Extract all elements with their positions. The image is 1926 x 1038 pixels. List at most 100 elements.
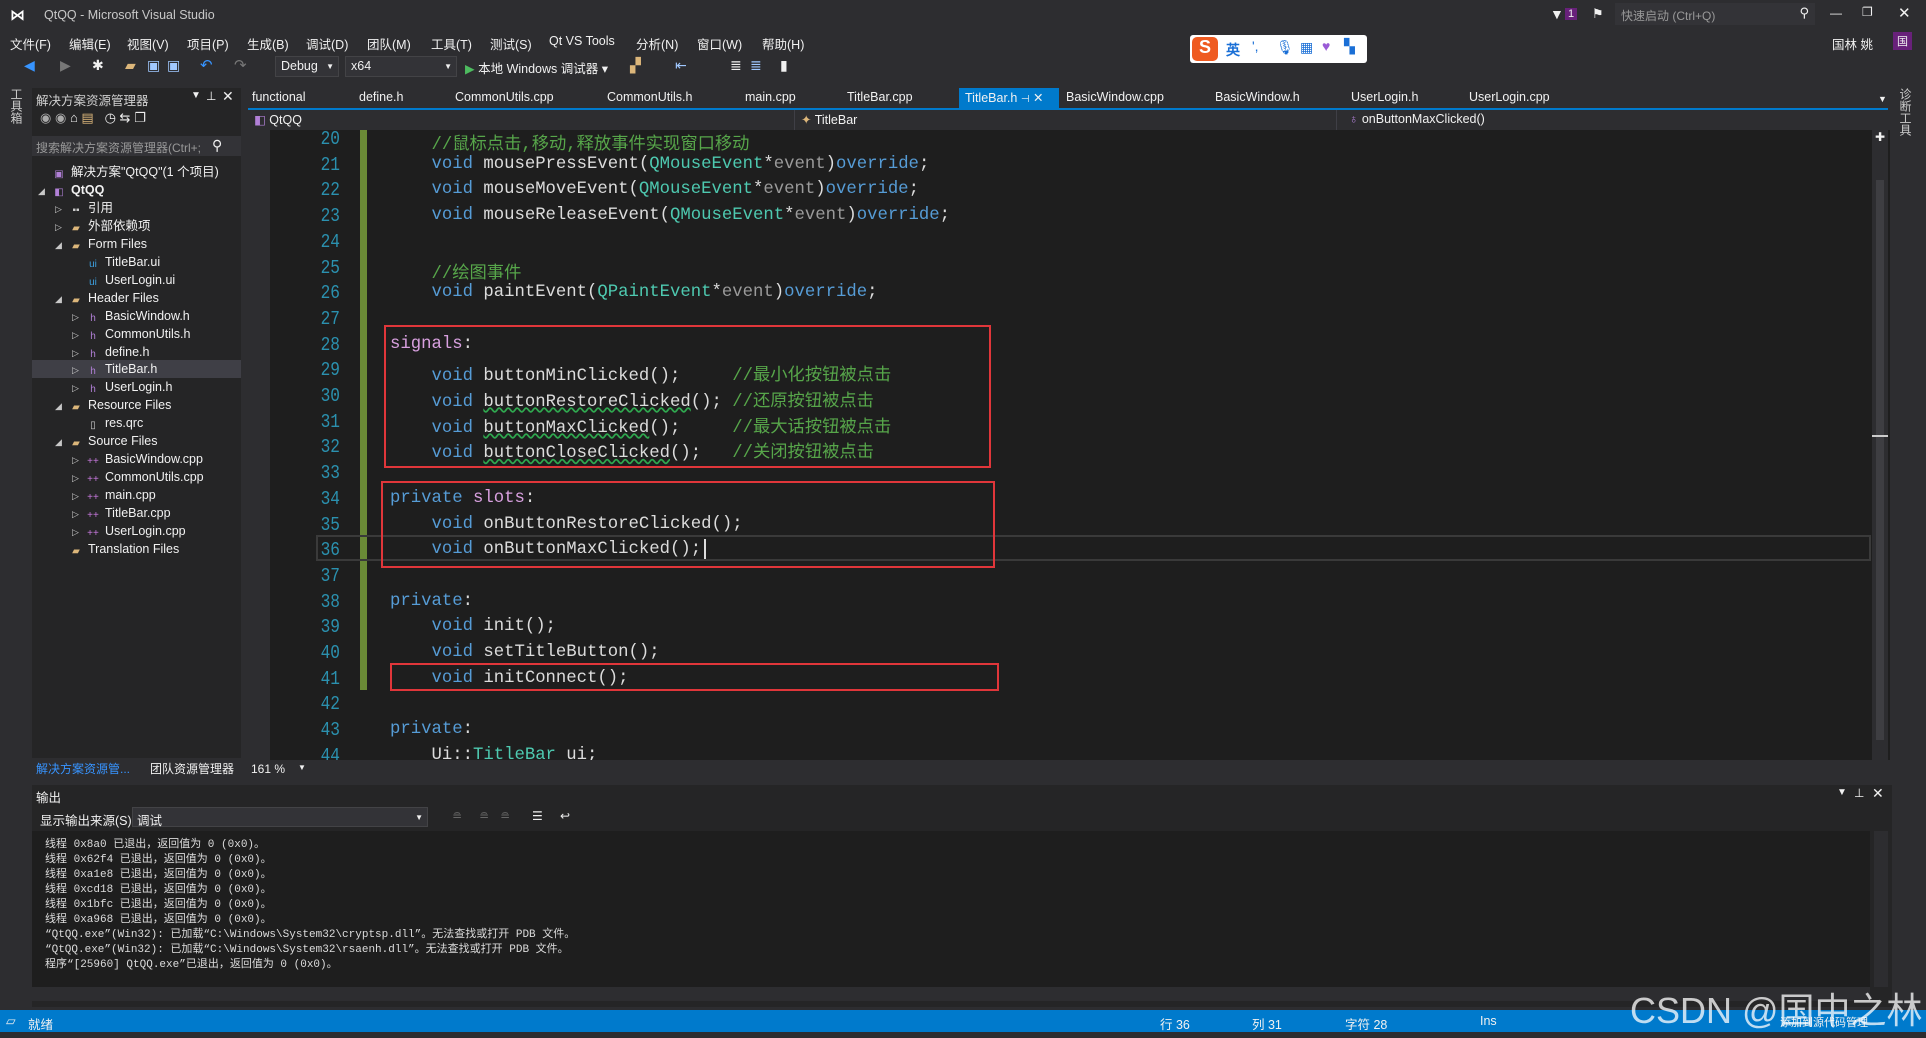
tab-titlebar-cpp[interactable]: TitleBar.cpp [841, 88, 919, 108]
tab-basicwindow-cpp[interactable]: BasicWindow.cpp [1060, 88, 1170, 108]
tree-item[interactable]: ▷ ++ UserLogin.cpp [32, 522, 241, 540]
expander-icon[interactable]: ▷ [72, 505, 86, 523]
tree-item[interactable]: ▷ h TitleBar.h [32, 360, 241, 379]
tab-commonutils-h[interactable]: CommonUtils.h [601, 88, 698, 108]
pin-icon[interactable]: ⊣ [1021, 94, 1030, 105]
forward-icon[interactable]: ◉ [55, 110, 66, 125]
tree-item[interactable]: ◢ ▰ Source Files [32, 432, 241, 450]
tab-solution-explorer[interactable]: 解决方案资源管... [36, 760, 130, 777]
output-source-dropdown[interactable]: 调试 ▼ [132, 807, 428, 828]
menu-test[interactable]: 测试(S) [490, 34, 532, 53]
tab-basicwindow-h[interactable]: BasicWindow.h [1209, 88, 1306, 108]
pending-changes-icon[interactable]: ◷ [105, 110, 116, 125]
toolbox-tab[interactable]: 工具箱 [8, 88, 25, 124]
expander-icon[interactable]: ◢ [55, 433, 69, 451]
menu-team[interactable]: 团队(M) [367, 34, 411, 53]
code-line[interactable]: void setTitleButton(); [390, 643, 659, 662]
expander-icon[interactable]: ▷ [55, 218, 69, 236]
redo-icon[interactable]: ↷ [234, 56, 247, 74]
user-name[interactable]: 国林 姚 [1832, 34, 1873, 53]
tree-item[interactable]: ▯ res.qrc [32, 414, 241, 432]
tree-item[interactable]: ▷ ▪▪ 引用 [32, 199, 241, 217]
tree-item[interactable]: ▷ ++ main.cpp [32, 486, 241, 504]
menu-project[interactable]: 项目(P) [187, 34, 229, 53]
menu-build[interactable]: 生成(B) [247, 34, 289, 53]
open-file-icon[interactable]: ▰ [125, 57, 136, 74]
member-dropdown[interactable]: ♁ onButtonMaxClicked() [1345, 110, 1885, 130]
pin-icon[interactable]: ⊥ [206, 89, 216, 103]
dropdown-icon[interactable]: ▼ [1837, 787, 1847, 798]
tree-item[interactable]: ▷ ++ CommonUtils.cpp [32, 468, 241, 486]
close-button[interactable]: ✕ [1898, 4, 1911, 22]
pin-icon[interactable]: ⊥ [1854, 786, 1864, 800]
expander-icon[interactable]: ◢ [55, 290, 69, 308]
expander-icon[interactable]: ▷ [72, 361, 86, 379]
platform-dropdown[interactable]: x64 ▼ [345, 56, 457, 77]
filter-icon[interactable]: ▼ [1550, 6, 1564, 22]
code-line[interactable]: void mouseReleaseEvent(QMouseEvent*event… [390, 206, 950, 225]
tree-item[interactable]: ◢ ▰ Resource Files [32, 396, 241, 414]
tab-main-cpp[interactable]: main.cpp [739, 88, 802, 108]
menu-analyze[interactable]: 分析(N) [636, 34, 678, 53]
find-message-icon[interactable]: ≘ [500, 809, 510, 823]
tree-item[interactable]: ▰ Translation Files [32, 540, 241, 558]
code-line[interactable]: void paintEvent(QPaintEvent*event)overri… [390, 283, 877, 302]
tab-userlogin-h[interactable]: UserLogin.h [1345, 88, 1424, 108]
zoom-level[interactable]: 161 % [251, 762, 285, 776]
back-icon[interactable]: ◉ [40, 110, 51, 125]
project-dropdown[interactable]: ◧ QtQQ [250, 110, 795, 130]
menu-tools[interactable]: 工具(T) [431, 34, 472, 53]
menu-help[interactable]: 帮助(H) [762, 34, 804, 53]
tab-functional[interactable]: functional [246, 88, 312, 108]
class-dropdown[interactable]: ✦ TitleBar [797, 110, 1337, 130]
undo-icon[interactable]: ↶ [200, 56, 213, 74]
menu-debug[interactable]: 调试(D) [306, 34, 348, 53]
restore-button[interactable]: ❐ [1862, 5, 1873, 19]
expander-icon[interactable]: ▷ [72, 308, 86, 326]
back-icon[interactable]: ◀ [24, 57, 35, 74]
tree-item[interactable]: ▷ h BasicWindow.h [32, 307, 241, 325]
expander-icon[interactable]: ▷ [72, 326, 86, 344]
tree-item[interactable]: ▷ ++ TitleBar.cpp [32, 504, 241, 522]
comment-icon[interactable]: ≣ [730, 57, 742, 74]
sync-icon[interactable]: ⇆ [120, 110, 131, 125]
scrollbar-thumb[interactable] [1876, 180, 1884, 740]
expander-icon[interactable]: ◢ [55, 236, 69, 254]
punctuation-icon[interactable]: ', [1252, 38, 1259, 54]
tab-titlebar-h[interactable]: TitleBar.h ⊣ ✕ [959, 88, 1059, 108]
code-line[interactable]: void mousePressEvent(QMouseEvent*event)o… [390, 155, 929, 174]
code-line[interactable]: private: [390, 720, 473, 739]
close-icon[interactable]: ✕ [1872, 785, 1884, 802]
output-scrollbar[interactable] [1874, 831, 1888, 987]
new-project-icon[interactable]: ✱ [92, 57, 104, 74]
solution-search-input[interactable]: 搜索解决方案资源管理器(Ctrl+; ⚲ [32, 136, 241, 156]
find-icon[interactable]: ▞ [630, 57, 641, 74]
clear-all-icon[interactable]: ☰ [532, 809, 543, 823]
close-icon[interactable]: ✕ [222, 88, 234, 105]
forward-icon[interactable]: ▶ [60, 57, 71, 74]
expander-icon[interactable]: ▷ [72, 379, 86, 397]
expander-icon[interactable]: ▷ [72, 469, 86, 487]
tab-commonutils-cpp[interactable]: CommonUtils.cpp [449, 88, 560, 108]
skin-icon[interactable]: ♥ [1322, 38, 1330, 54]
expander-icon[interactable]: ◢ [38, 182, 52, 200]
menu-window[interactable]: 窗口(W) [697, 34, 742, 53]
switch-view-icon[interactable]: ▤ [81, 110, 93, 125]
code-line[interactable]: Ui::TitleBar ui; [390, 746, 597, 760]
uncomment-icon[interactable]: ≣ [750, 57, 762, 74]
close-tab-icon[interactable]: ✕ [1033, 91, 1043, 105]
expander-icon[interactable]: ▷ [72, 523, 86, 541]
tree-item[interactable]: ▣ 解决方案"QtQQ"(1 个项目) [32, 163, 241, 181]
code-line[interactable]: void init(); [390, 617, 555, 636]
tree-item[interactable]: ◢ ◧ QtQQ [32, 181, 241, 199]
quick-launch-input[interactable]: 快速启动 (Ctrl+Q) ⚲ [1615, 3, 1815, 25]
step-icon[interactable]: ⇤ [675, 57, 687, 74]
menu-qt-vs-tools[interactable]: Qt VS Tools [549, 34, 615, 48]
expander-icon[interactable]: ▷ [55, 200, 69, 218]
editor-scrollbar[interactable]: ✚ [1872, 130, 1888, 760]
tab-team-explorer[interactable]: 团队资源管理器 [150, 760, 234, 777]
configuration-dropdown[interactable]: Debug ▼ [275, 56, 339, 77]
tab-userlogin-cpp[interactable]: UserLogin.cpp [1463, 88, 1556, 108]
menu-view[interactable]: 视图(V) [127, 34, 169, 53]
zoom-dropdown-icon[interactable]: ▼ [298, 763, 306, 772]
